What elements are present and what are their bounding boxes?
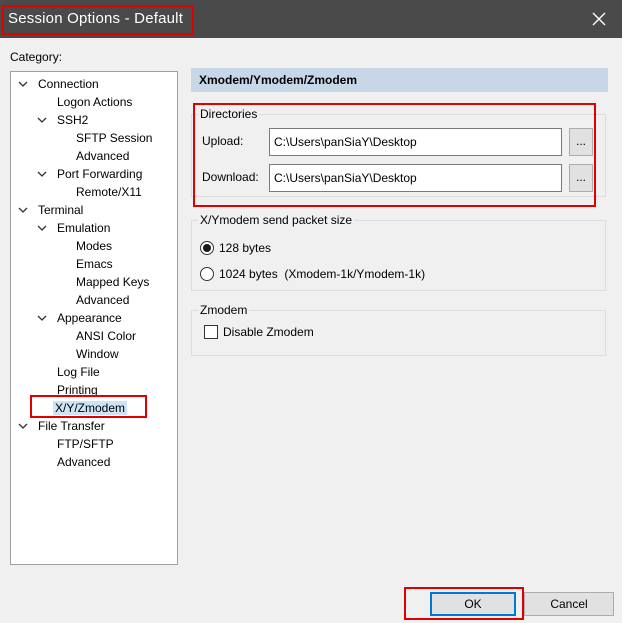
radio-1024-label: 1024 bytes (Xmodem-1k/Ymodem-1k)	[219, 267, 426, 281]
collapse-icon[interactable]	[18, 421, 28, 431]
cancel-button[interactable]: Cancel	[524, 592, 614, 616]
tree-item-label: Emulation	[57, 221, 111, 235]
collapse-icon[interactable]	[18, 79, 28, 89]
tree-item-xyzmodem[interactable]: X/Y/Zmodem	[53, 399, 128, 417]
tree-item-mapped-keys[interactable]: Mapped Keys	[74, 273, 151, 291]
tree-item-file-transfer[interactable]: File Transfer	[18, 417, 107, 435]
panel-header: Xmodem/Ymodem/Zmodem	[191, 68, 608, 92]
tree-item-port-forwarding[interactable]: Port Forwarding	[37, 165, 144, 183]
tree-item-modes[interactable]: Modes	[74, 237, 114, 255]
tree-item-ssh2[interactable]: SSH2	[37, 111, 90, 129]
close-button[interactable]	[576, 0, 622, 38]
upload-path-input[interactable]	[269, 128, 562, 156]
tree-item-label: Mapped Keys	[76, 275, 150, 289]
tree-item-label: X/Y/Zmodem	[53, 401, 128, 415]
tree-item-connection[interactable]: Connection	[18, 75, 101, 93]
tree-item-terminal[interactable]: Terminal	[18, 201, 85, 219]
tree-item-ansi-color[interactable]: ANSI Color	[74, 327, 138, 345]
radio-128-label: 128 bytes	[219, 241, 272, 255]
collapse-icon[interactable]	[37, 115, 47, 125]
radio-selected-icon	[200, 241, 214, 255]
tree-item-sftp-session[interactable]: SFTP Session	[74, 129, 154, 147]
tree-item-appearance[interactable]: Appearance	[37, 309, 124, 327]
tree-item-remote-x11[interactable]: Remote/X11	[74, 183, 144, 201]
tree-item-log-file[interactable]: Log File	[55, 363, 102, 381]
tree-item-label: Window	[76, 347, 119, 361]
packet-size-title: X/Ymodem send packet size	[198, 213, 355, 227]
radio-128-bytes[interactable]: 128 bytes	[200, 239, 271, 257]
directories-title: Directories	[198, 107, 260, 121]
collapse-icon[interactable]	[37, 223, 47, 233]
radio-1024-bytes[interactable]: 1024 bytes (Xmodem-1k/Ymodem-1k)	[200, 265, 425, 283]
tree-item-label: File Transfer	[38, 419, 105, 433]
tree-item-emulation[interactable]: Emulation	[37, 219, 112, 237]
tree-item-label: Terminal	[38, 203, 84, 217]
checkbox-unchecked-icon	[204, 325, 218, 339]
tree-item-label: Port Forwarding	[57, 167, 143, 181]
collapse-icon[interactable]	[37, 169, 47, 179]
tree-item-label: Printing	[57, 383, 98, 397]
tree-item-emacs[interactable]: Emacs	[74, 255, 115, 273]
tree-item-label: Emacs	[76, 257, 113, 271]
tree-item-label: SSH2	[57, 113, 89, 127]
collapse-icon[interactable]	[18, 205, 28, 215]
tree-item-label: Remote/X11	[76, 185, 142, 199]
radio-unselected-icon	[200, 267, 214, 281]
tree-item-label: Appearance	[57, 311, 122, 325]
download-path-input[interactable]	[269, 164, 562, 192]
tree-item-label: Log File	[57, 365, 100, 379]
disable-zmodem-label: Disable Zmodem	[223, 325, 314, 339]
tree-item-label: Advanced	[76, 149, 130, 163]
tree-item-logon-actions[interactable]: Logon Actions	[55, 93, 134, 111]
tree-item-ftp-sftp[interactable]: FTP/SFTP	[55, 435, 116, 453]
tree-item-emulation-advanced[interactable]: Advanced	[74, 291, 131, 309]
ok-button[interactable]: OK	[430, 592, 516, 616]
download-browse-button[interactable]: ...	[569, 164, 593, 192]
zmodem-title: Zmodem	[198, 303, 250, 317]
title-bar: Session Options - Default	[0, 0, 622, 38]
close-icon	[592, 12, 606, 26]
tree-item-window[interactable]: Window	[74, 345, 121, 363]
tree-item-label: Logon Actions	[57, 95, 133, 109]
category-tree[interactable]: Connection Logon Actions SSH2 SFTP Sessi…	[10, 71, 178, 565]
tree-item-label: FTP/SFTP	[57, 437, 114, 451]
collapse-icon[interactable]	[37, 313, 47, 323]
tree-item-ssh2-advanced[interactable]: Advanced	[74, 147, 131, 165]
upload-label: Upload:	[202, 134, 244, 148]
window-title: Session Options - Default	[8, 10, 184, 27]
tree-item-file-transfer-advanced[interactable]: Advanced	[55, 453, 112, 471]
category-label: Category:	[10, 50, 63, 64]
tree-item-label: Modes	[76, 239, 113, 253]
tree-item-printing[interactable]: Printing	[55, 381, 100, 399]
download-label: Download:	[202, 170, 259, 184]
tree-item-label: Advanced	[57, 455, 111, 469]
tree-item-label: Connection	[38, 77, 99, 91]
tree-item-label: ANSI Color	[76, 329, 137, 343]
upload-browse-button[interactable]: ...	[569, 128, 593, 156]
tree-item-label: Advanced	[76, 293, 130, 307]
disable-zmodem-checkbox[interactable]: Disable Zmodem	[204, 323, 314, 341]
tree-item-label: SFTP Session	[76, 131, 153, 145]
